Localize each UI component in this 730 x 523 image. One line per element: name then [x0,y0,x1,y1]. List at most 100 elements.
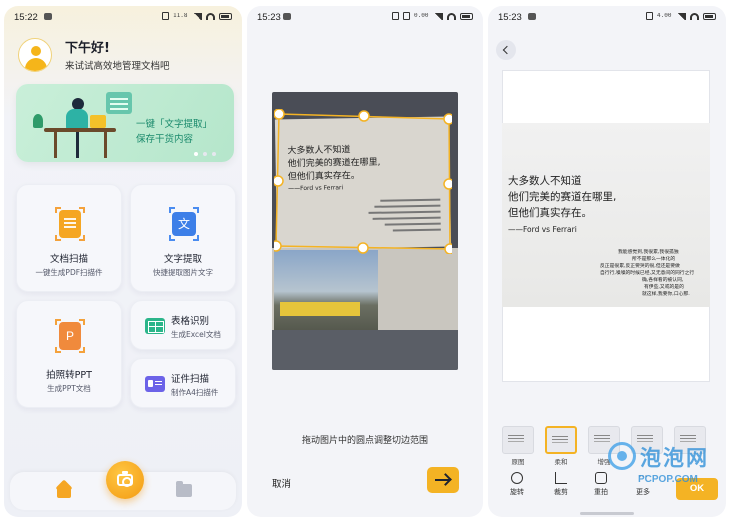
crop-handle[interactable] [274,240,282,252]
id-scan-card[interactable]: 证件扫描 制作A4扫描件 [130,358,236,408]
filter-thumb-original[interactable] [502,426,534,454]
gesture-bar [580,512,634,515]
network-speed: 11.8 KB/s [173,13,189,19]
arrow-right-icon [435,479,449,481]
card-label: 文档扫描 [49,254,88,265]
scan-text-line: 但他们真实存在。 [508,207,592,219]
banner-subtitle: 保存干货内容 [136,134,194,145]
battery-icon [703,12,716,20]
banner-pager [194,152,216,156]
filter-label: 柔和 [554,458,568,466]
battery-icon [219,12,232,20]
rotate-icon [511,472,523,484]
camera-button[interactable] [106,461,144,499]
card-subtitle: 生成PPT文档 [47,384,91,393]
scan-paragraph-line: 就这样,我要你,口心那. [642,292,690,297]
card-label: 证件扫描 [171,374,210,385]
camera-icon [595,472,607,484]
notification-icon [283,13,291,20]
board-illustration [106,92,132,114]
battery-icon [460,12,473,20]
camera-icon [117,474,133,487]
crop-frame[interactable] [274,109,452,254]
card-subtitle: 快捷提取图片文字 [153,268,213,277]
filter-label: 原图 [511,458,525,466]
card-label: 文字提取 [163,254,202,265]
scan-paragraph-line: 自行行,嗓嗓的时候已经,又无意间的同行之行 [600,271,695,276]
text-extract-icon: 文 [172,212,196,236]
scanned-page[interactable]: 大多数人不知道 他们完美的赛道在哪里, 但他们真实存在。 ——Ford vs F… [502,123,710,307]
status-time: 15:23 [498,12,522,23]
laptop-illustration [90,115,106,128]
status-time: 15:22 [14,12,38,23]
crop-handle[interactable] [357,242,369,254]
crop-handle[interactable] [443,178,452,190]
home-screen: 15:22 11.8 KB/s 下午好! 来试试高效地管理文档吧 一键「文字提取… [4,6,242,517]
signal-icon [193,12,202,20]
id-card-icon [145,376,165,392]
home-icon[interactable] [56,484,72,498]
crop-handle[interactable] [274,175,284,187]
scan-paragraph-line: 有伊些,又或的是的 [644,285,684,290]
crop-handle[interactable] [444,243,452,254]
card-subtitle: 制作A4扫描件 [171,388,219,397]
promo-banner[interactable]: 一键「文字提取」 保存干货内容 [16,84,234,162]
status-bar: 15:23 4.00 KB/s [488,6,726,28]
status-time: 15:23 [257,12,281,23]
vibrate-icon [403,12,410,20]
watermark-logo: 泡泡网 PCPOP.COM [608,438,716,498]
excel-table-icon [145,318,165,334]
crop-icon [555,472,567,484]
greeting-title: 下午好! [65,41,110,56]
scan-paragraph-line: 确,各样看的被认同, [642,278,684,283]
table-recognition-card[interactable]: 表格识别 生成Excel文档 [130,300,236,350]
folder-icon[interactable] [176,481,192,497]
ppt-icon: P [59,322,81,350]
next-button[interactable] [427,467,459,493]
camera-status-icon [392,12,399,20]
document-scan-icon [59,210,81,238]
rotate-button[interactable]: 旋转 [500,472,534,497]
cancel-button[interactable]: 取消 [272,476,291,490]
text-extract-card[interactable]: 文 文字提取 快捷提取图片文字 [130,184,236,292]
status-bar: 15:22 11.8 KB/s [4,6,242,28]
crop-button[interactable]: 裁剪 [544,472,578,497]
vibrate-icon [646,12,653,20]
wifi-icon [447,12,456,20]
user-icon [31,46,41,56]
crop-handle[interactable] [443,113,452,125]
scan-text-line: 他们完美的赛道在哪里, [508,191,617,203]
street-photo [274,250,378,342]
filter-thumb-soft[interactable] [545,426,577,454]
avatar[interactable] [18,38,52,72]
crop-handle[interactable] [358,110,370,122]
card-label: 表格识别 [171,316,210,327]
crop-screen: 15:23 0.00 KB/s 大多数人不知道 他们完美的赛道在哪里, 但他们真… [247,6,483,517]
tram-photo [280,302,360,316]
wifi-icon [690,12,699,20]
photo-to-ppt-card[interactable]: P 拍照转PPT 生成PPT文档 [16,300,122,408]
scan-paragraph-line: 反正是很累,反正要哭的很,但还是要做 [600,264,680,269]
scan-paragraph-line: 我能感觉到,我很累,我很孤独 [618,250,679,255]
banner-title: 一键「文字提取」 [136,119,213,130]
network-speed: 4.00 KB/s [657,13,673,19]
vibrate-icon [162,12,169,20]
crop-handle[interactable] [274,109,285,120]
document-scan-card[interactable]: 文档扫描 一键生成PDF扫描件 [16,184,122,292]
wifi-icon [206,12,215,20]
notification-icon [528,13,536,20]
signal-icon [677,12,686,20]
card-subtitle: 生成Excel文档 [171,330,221,339]
card-subtitle: 一键生成PDF扫描件 [35,268,103,277]
crop-hint: 拖动图片中的圆点调整切边范围 [301,436,428,446]
scan-text-line: 大多数人不知道 [508,175,582,187]
greeting-subtitle: 来试试高效地管理文档吧 [65,61,170,72]
plant-illustration [33,114,43,128]
back-button[interactable] [496,40,516,60]
tool-label: 旋转 [510,488,524,496]
status-bar: 15:23 0.00 KB/s [247,6,483,28]
notification-icon [44,13,52,20]
preview-screen: 15:23 4.00 KB/s 大多数人不知道 他们完美的赛道在哪里, 但他们真… [488,6,726,517]
network-speed: 0.00 KB/s [414,13,430,19]
tool-label: 裁剪 [554,488,568,496]
